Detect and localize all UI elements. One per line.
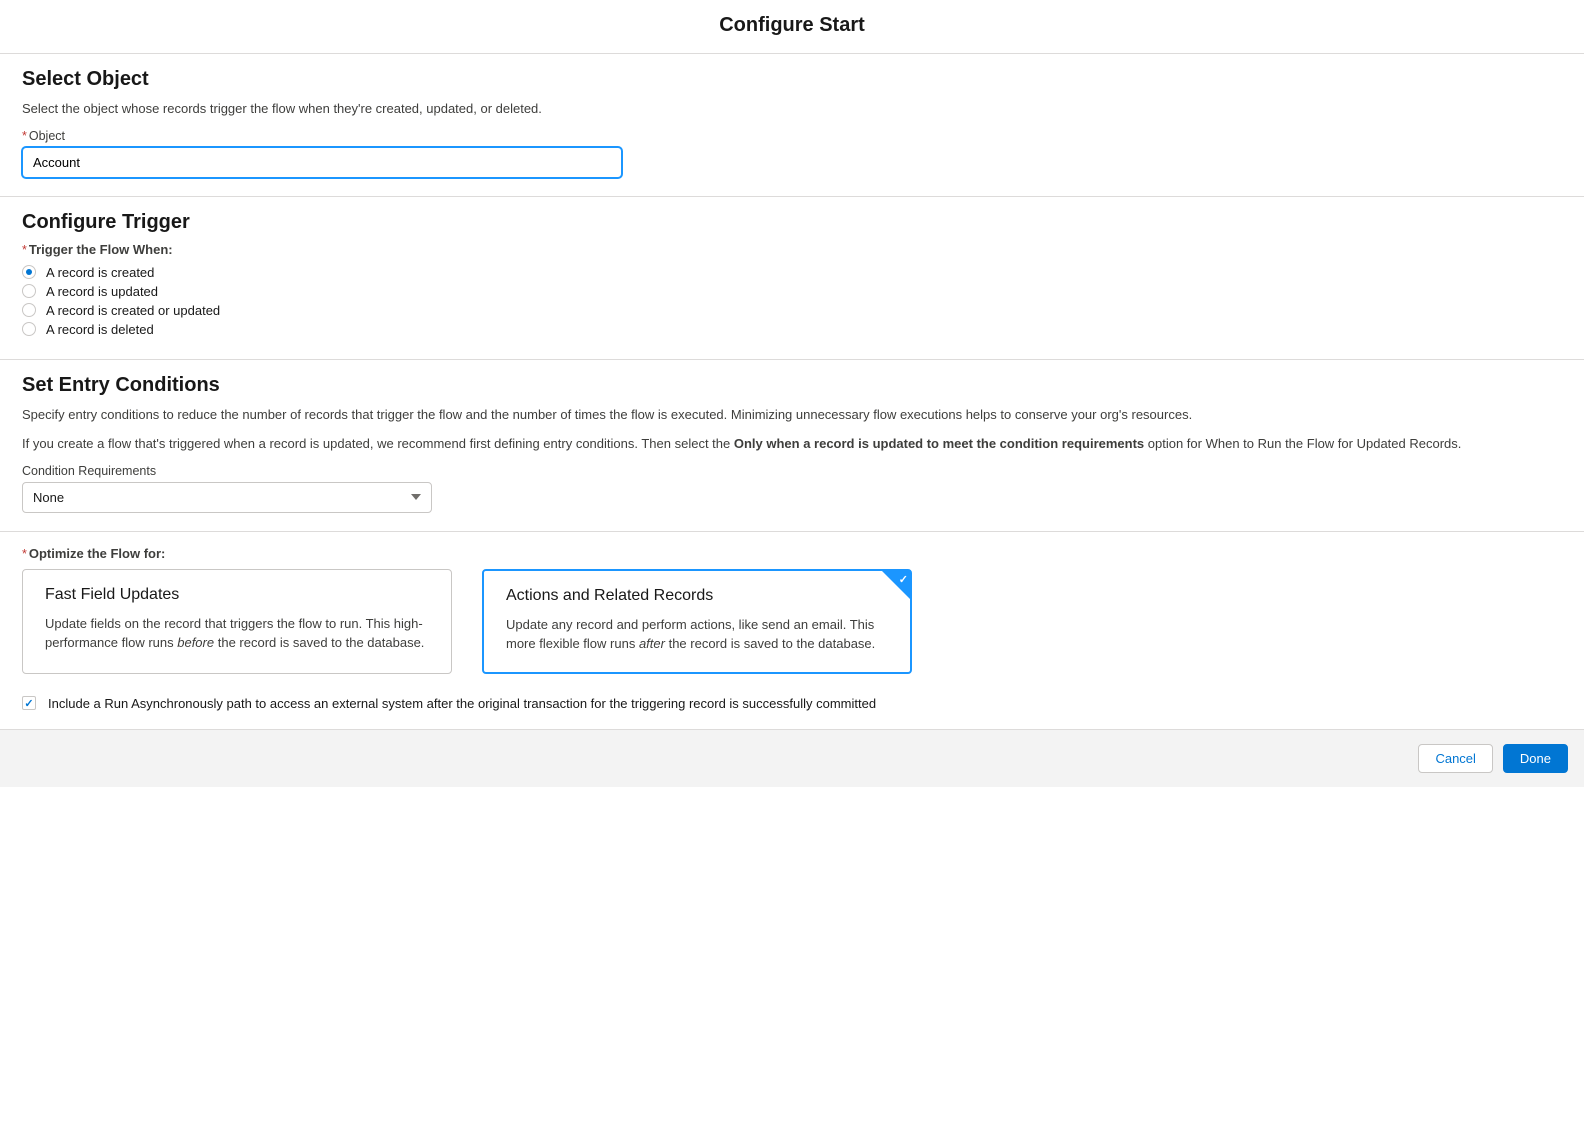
entry-conditions-title: Set Entry Conditions [22, 374, 1562, 397]
configure-trigger-title: Configure Trigger [22, 211, 1562, 234]
required-asterisk: * [22, 243, 27, 257]
optimize-cards: Fast Field Updates Update fields on the … [22, 569, 1562, 674]
radio-icon [22, 322, 36, 336]
card-fast-field-updates[interactable]: Fast Field Updates Update fields on the … [22, 569, 452, 674]
optimize-label: *Optimize the Flow for: [22, 546, 1562, 561]
object-field-label: *Object [22, 129, 1562, 143]
radio-option-updated[interactable]: A record is updated [22, 284, 1562, 299]
optimize-section: *Optimize the Flow for: Fast Field Updat… [0, 532, 1584, 729]
select-value: None [33, 490, 64, 505]
checkbox-label: Include a Run Asynchronously path to acc… [48, 696, 876, 711]
radio-icon [22, 303, 36, 317]
radio-icon [22, 265, 36, 279]
page-title: Configure Start [0, 0, 1584, 53]
object-input[interactable] [22, 147, 622, 178]
card-description: Update any record and perform actions, l… [506, 615, 888, 654]
trigger-when-label: *Trigger the Flow When: [22, 242, 1562, 257]
radio-label: A record is created [46, 265, 154, 280]
trigger-radio-group: A record is created A record is updated … [22, 265, 1562, 337]
card-title: Fast Field Updates [45, 586, 429, 604]
radio-option-deleted[interactable]: A record is deleted [22, 322, 1562, 337]
card-description: Update fields on the record that trigger… [45, 614, 429, 653]
cancel-button[interactable]: Cancel [1418, 744, 1492, 773]
required-asterisk: * [22, 547, 27, 561]
async-checkbox-row[interactable]: Include a Run Asynchronously path to acc… [22, 696, 1562, 711]
radio-label: A record is created or updated [46, 303, 220, 318]
checkbox-icon [22, 696, 36, 710]
card-title: Actions and Related Records [506, 587, 888, 605]
select-object-section: Select Object Select the object whose re… [0, 54, 1584, 196]
chevron-down-icon [411, 494, 421, 500]
radio-icon [22, 284, 36, 298]
radio-label: A record is deleted [46, 322, 154, 337]
entry-conditions-description: Specify entry conditions to reduce the n… [22, 405, 1562, 454]
configure-trigger-section: Configure Trigger *Trigger the Flow When… [0, 197, 1584, 359]
condition-requirements-label: Condition Requirements [22, 464, 1562, 478]
condition-requirements-select[interactable]: None [22, 482, 432, 513]
done-button[interactable]: Done [1503, 744, 1568, 773]
required-asterisk: * [22, 129, 27, 143]
radio-option-created[interactable]: A record is created [22, 265, 1562, 280]
entry-conditions-section: Set Entry Conditions Specify entry condi… [0, 360, 1584, 531]
radio-option-created-or-updated[interactable]: A record is created or updated [22, 303, 1562, 318]
select-object-description: Select the object whose records trigger … [22, 99, 1562, 119]
select-object-title: Select Object [22, 68, 1562, 91]
card-actions-related-records[interactable]: ✓ Actions and Related Records Update any… [482, 569, 912, 674]
check-icon: ✓ [899, 573, 908, 586]
radio-label: A record is updated [46, 284, 158, 299]
footer: Cancel Done [0, 729, 1584, 787]
